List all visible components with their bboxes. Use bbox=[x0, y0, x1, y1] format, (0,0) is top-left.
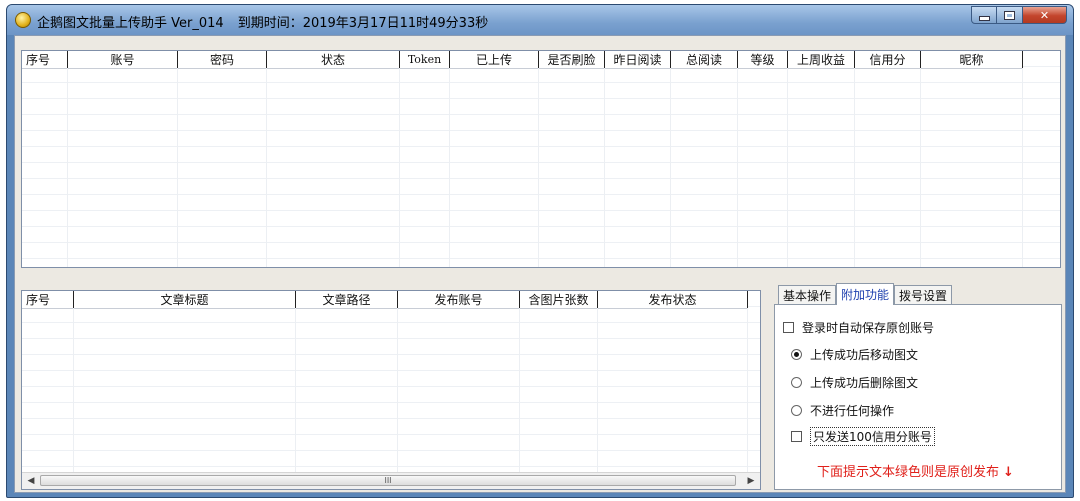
col-publish-account[interactable]: 发布账号 bbox=[398, 291, 520, 308]
checkbox-box[interactable] bbox=[783, 322, 794, 333]
option-label: 上传成功后删除图文 bbox=[810, 376, 919, 390]
original-publish-hint: 下面提示文本绿色则是原创发布 ↓ bbox=[817, 465, 1014, 480]
grid-line bbox=[397, 308, 398, 489]
minimize-icon bbox=[978, 15, 990, 21]
client-area: 序号 账号 密码 状态 Token 已上传 是否刷脸 昨日阅读 总阅读 等级 上… bbox=[14, 35, 1066, 493]
col-status[interactable]: 状态 bbox=[267, 51, 400, 68]
col-article-path[interactable]: 文章路径 bbox=[296, 291, 398, 308]
col-publish-status[interactable]: 发布状态 bbox=[598, 291, 748, 308]
tab-basic-ops[interactable]: 基本操作 bbox=[778, 285, 837, 305]
col-face-verify[interactable]: 是否刷脸 bbox=[539, 51, 605, 68]
grid-line bbox=[177, 68, 178, 267]
col-yesterday-reads[interactable]: 昨日阅读 bbox=[605, 51, 671, 68]
grid-line bbox=[747, 308, 748, 489]
col-token[interactable]: Token bbox=[400, 51, 450, 68]
expire-label: 到期时间： bbox=[237, 16, 303, 31]
col-article-index[interactable]: 序号 bbox=[22, 291, 74, 308]
caption-buttons: ✕ bbox=[971, 6, 1067, 26]
articles-table[interactable]: 序号 文章标题 文章路径 发布账号 含图片张数 发布状态 ◀ III ▶ bbox=[21, 290, 761, 490]
minimize-button[interactable] bbox=[971, 6, 997, 24]
option-label: 上传成功后移动图文 bbox=[810, 348, 919, 362]
radio-dot[interactable] bbox=[791, 377, 802, 388]
title-bar[interactable]: 企鹅图文批量上传助手 Ver_014 到期时间：2019年3月17日11时49分3… bbox=[7, 5, 1073, 35]
extra-functions-panel: 登录时自动保存原创账号 上传成功后移动图文 上传成功后删除图文 不进行任何操作 … bbox=[774, 304, 1062, 490]
articles-table-header: 序号 文章标题 文章路径 发布账号 含图片张数 发布状态 bbox=[22, 291, 748, 309]
col-total-reads[interactable]: 总阅读 bbox=[671, 51, 738, 68]
grid-line bbox=[538, 68, 539, 267]
grid-line bbox=[295, 308, 296, 489]
arrow-down-icon: ↓ bbox=[1003, 465, 1014, 480]
maximize-icon bbox=[1004, 10, 1015, 20]
option-label: 只发送100信用分账号 bbox=[810, 427, 935, 446]
tab-dialup-settings[interactable]: 拨号设置 bbox=[894, 285, 953, 305]
grid-line bbox=[787, 68, 788, 267]
option-label: 登录时自动保存原创账号 bbox=[802, 321, 935, 335]
col-index[interactable]: 序号 bbox=[22, 51, 68, 68]
radio-dot[interactable] bbox=[791, 349, 802, 360]
grid-line bbox=[737, 68, 738, 267]
move-after-upload-radio[interactable]: 上传成功后移动图文 bbox=[791, 346, 918, 363]
grid-line bbox=[449, 68, 450, 267]
scroll-right-icon[interactable]: ▶ bbox=[744, 475, 758, 487]
close-button[interactable]: ✕ bbox=[1023, 6, 1067, 24]
delete-after-upload-radio[interactable]: 上传成功后删除图文 bbox=[791, 374, 918, 391]
grid-line bbox=[604, 68, 605, 267]
col-credit-score[interactable]: 信用分 bbox=[855, 51, 921, 68]
option-label: 不进行任何操作 bbox=[810, 404, 895, 418]
scroll-left-icon[interactable]: ◀ bbox=[24, 475, 38, 487]
checkbox-box[interactable] bbox=[791, 431, 802, 442]
expire-time: 2019年3月17日11时49分33秒 bbox=[302, 16, 489, 31]
grid-line bbox=[920, 68, 921, 267]
grid-line bbox=[1022, 68, 1023, 267]
horizontal-scrollbar[interactable]: ◀ III ▶ bbox=[22, 472, 760, 489]
tab-extra-functions[interactable]: 附加功能 bbox=[836, 283, 895, 305]
grid-line bbox=[519, 308, 520, 489]
radio-dot[interactable] bbox=[791, 405, 802, 416]
col-image-count[interactable]: 含图片张数 bbox=[520, 291, 598, 308]
grid-line bbox=[597, 308, 598, 489]
col-level[interactable]: 等级 bbox=[738, 51, 788, 68]
col-account[interactable]: 账号 bbox=[68, 51, 178, 68]
close-icon: ✕ bbox=[1039, 8, 1050, 22]
auto-save-original-checkbox[interactable]: 登录时自动保存原创账号 bbox=[783, 319, 934, 336]
app-logo-icon bbox=[15, 12, 31, 28]
window-title: 企鹅图文批量上传助手 Ver_014 到期时间：2019年3月17日11时49分3… bbox=[37, 16, 489, 31]
col-last-week-income[interactable]: 上周收益 bbox=[788, 51, 855, 68]
grid-line bbox=[73, 308, 74, 489]
grid-line bbox=[399, 68, 400, 267]
only-100-credit-checkbox[interactable]: 只发送100信用分账号 bbox=[791, 427, 935, 446]
no-action-radio[interactable]: 不进行任何操作 bbox=[791, 402, 894, 419]
accounts-table[interactable]: 序号 账号 密码 状态 Token 已上传 是否刷脸 昨日阅读 总阅读 等级 上… bbox=[21, 50, 1061, 268]
col-article-title[interactable]: 文章标题 bbox=[74, 291, 296, 308]
grid-line bbox=[854, 68, 855, 267]
col-uploaded[interactable]: 已上传 bbox=[450, 51, 539, 68]
grid-line bbox=[670, 68, 671, 267]
options-tabs: 基本操作 附加功能 拨号设置 bbox=[778, 283, 953, 305]
maximize-button[interactable] bbox=[997, 6, 1023, 24]
grid-line bbox=[67, 68, 68, 267]
col-nickname[interactable]: 昵称 bbox=[921, 51, 1023, 68]
scroll-thumb[interactable]: III bbox=[40, 475, 736, 486]
app-window: 企鹅图文批量上传助手 Ver_014 到期时间：2019年3月17日11时49分3… bbox=[6, 4, 1074, 498]
accounts-table-header: 序号 账号 密码 状态 Token 已上传 是否刷脸 昨日阅读 总阅读 等级 上… bbox=[22, 51, 1023, 69]
grid-line bbox=[266, 68, 267, 267]
col-password[interactable]: 密码 bbox=[178, 51, 267, 68]
